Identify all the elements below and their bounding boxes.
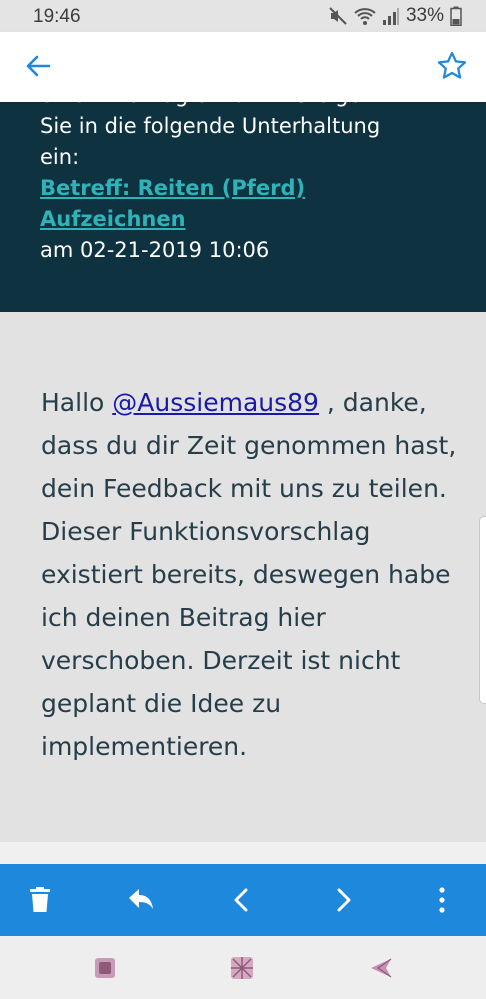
system-back-button[interactable] [368,955,394,981]
favorite-star-button[interactable] [436,50,468,82]
notice-line-3: ein: [40,145,80,169]
status-bar: 19:46 33% [0,0,486,32]
message-body: Hallo @Aussiemaus89 , danke, dass du dir… [0,312,486,842]
message-greeting: Hallo [41,388,113,417]
system-navigation-bar [0,936,486,999]
wifi-icon [354,6,376,26]
message-toolbar [0,864,486,936]
message-content: , danke, dass du dir Zeit genommen hast,… [41,388,457,761]
chevron-right-icon [337,888,351,912]
recent-apps-icon [95,958,115,978]
mention-link[interactable]: @Aussiemaus89 [112,388,319,417]
more-options-button[interactable] [426,884,458,916]
mute-icon [328,6,348,26]
message-text: Hallo @Aussiemaus89 , danke, dass du dir… [41,381,461,768]
home-button[interactable] [229,955,255,981]
thread-link[interactable]: Betreff: Reiten (Pferd) [40,173,380,204]
chevron-left-icon [234,888,248,912]
mention-notice-panel: einem Beitrag erwähnt. Steigen Sie in di… [0,102,486,312]
next-button[interactable] [327,884,359,916]
content-bottom-spacer [0,842,486,864]
recent-apps-button[interactable] [92,955,118,981]
signal-icon [382,6,400,26]
notice-text: einem Beitrag erwähnt. Steigen Sie in di… [40,102,380,266]
delete-button[interactable] [24,884,56,916]
home-icon [231,957,253,979]
reply-button[interactable] [125,884,157,916]
thread-link-continued[interactable]: Aufzeichnen [40,204,380,235]
star-outline-icon [437,51,467,79]
app-bar [0,32,486,102]
notice-line-partial: einem Beitrag erwähnt. Steigen [40,102,380,111]
status-time: 19:46 [33,6,81,27]
trash-icon [30,887,50,912]
arrow-left-icon [26,55,51,77]
reply-icon [129,889,153,909]
status-icons: 33% [328,5,462,27]
previous-button[interactable] [226,884,258,916]
scroll-handle[interactable] [479,516,486,704]
more-vertical-icon [439,887,445,913]
notice-line-2: Sie in die folgende Unterhaltung [40,114,381,138]
back-button[interactable] [22,50,54,82]
back-triangle-icon [371,958,392,978]
notice-date: am 02-21-2019 10:06 [40,238,270,262]
battery-level: 33% [405,5,444,26]
battery-icon [450,6,462,26]
